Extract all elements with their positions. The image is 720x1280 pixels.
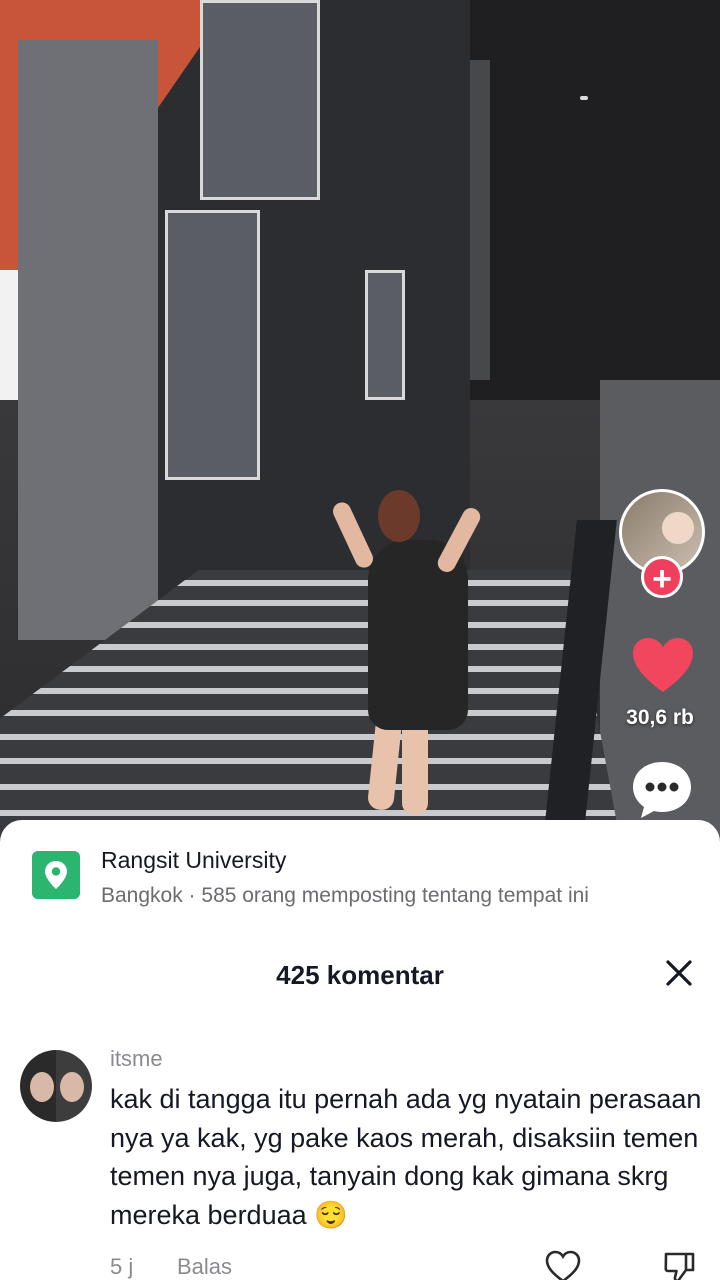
- comments-count-title: 425 komentar: [276, 960, 444, 990]
- thumbs-down-icon[interactable]: [662, 1250, 696, 1280]
- heart-outline-icon[interactable]: [545, 1250, 581, 1280]
- location-subtitle: Bangkok · 585 orang memposting tentang t…: [101, 884, 589, 907]
- like-count: 30,6 rb: [626, 706, 694, 729]
- avatar-face: [30, 1072, 54, 1102]
- heart-icon[interactable]: [631, 636, 695, 696]
- follow-button[interactable]: +: [641, 556, 683, 598]
- building-window: [200, 0, 320, 200]
- reply-button[interactable]: Balas: [177, 1254, 232, 1280]
- building-pillar: [18, 40, 158, 640]
- map-pin-icon: [32, 851, 80, 899]
- commenter-avatar[interactable]: [20, 1050, 92, 1122]
- building-ceiling: [470, 0, 720, 400]
- ceiling-light: [580, 96, 588, 100]
- person-leg: [402, 715, 428, 815]
- comment-text: kak di tangga itu pernah ada yg nyatain …: [110, 1084, 702, 1230]
- comment-time: 5 j: [110, 1254, 134, 1279]
- comment-icon[interactable]: [630, 758, 694, 822]
- close-icon[interactable]: [660, 954, 698, 992]
- person-head: [378, 490, 420, 542]
- location-name[interactable]: Rangsit University: [101, 847, 286, 874]
- building-window: [165, 210, 260, 480]
- building-window: [365, 270, 405, 400]
- comment-username[interactable]: itsme: [110, 1046, 163, 1072]
- avatar-face: [60, 1072, 84, 1102]
